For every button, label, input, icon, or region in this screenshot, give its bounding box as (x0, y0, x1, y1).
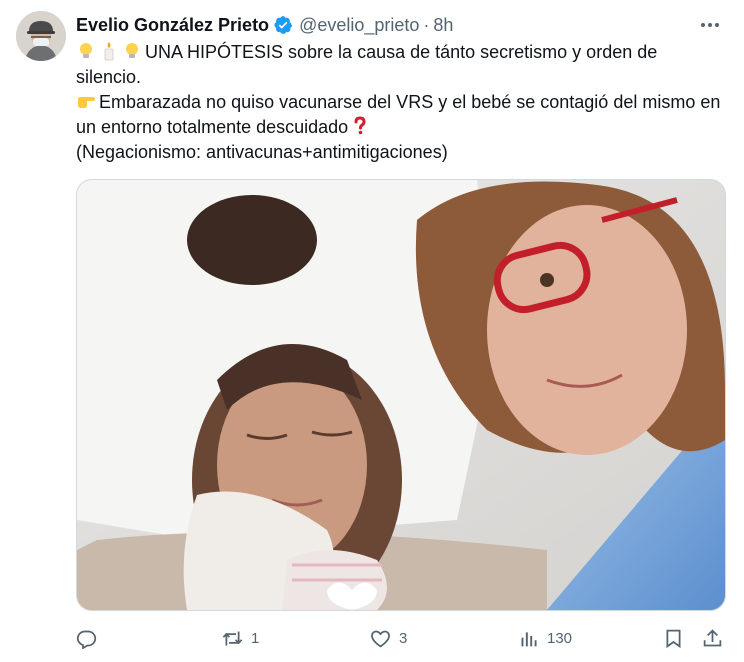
retweet-count: 1 (251, 629, 260, 647)
tweet-line-1-text: UNA HIPÓTESIS sobre la causa de tánto se… (76, 42, 658, 87)
share-button[interactable] (702, 623, 723, 653)
retweet-icon (222, 631, 243, 645)
lightbulb-icon (126, 43, 138, 58)
tweet-photo[interactable] (76, 179, 726, 611)
lightbulb-icon (80, 43, 92, 58)
views-count: 130 (547, 629, 573, 647)
views-button[interactable]: 130 (518, 623, 572, 653)
bookmark-button[interactable] (663, 623, 684, 653)
author-name[interactable]: Evelio González Prieto (76, 15, 269, 36)
reply-icon (76, 630, 97, 649)
more-icon (701, 23, 719, 27)
tweet-text: UNA HIPÓTESIS sobre la causa de tánto se… (76, 40, 726, 165)
tweet-timestamp[interactable]: 8h (433, 15, 453, 36)
tweet-line-2: Embarazada no quiso vacunarse del VRS y … (76, 90, 726, 140)
tweet-header: Evelio González Prieto @evelio_prieto · … (76, 12, 453, 38)
tweet-line-2-text: Embarazada no quiso vacunarse del VRS y … (76, 92, 721, 137)
views-icon (521, 631, 537, 646)
reply-button[interactable] (76, 623, 105, 653)
tweet-line-1: UNA HIPÓTESIS sobre la causa de tánto se… (76, 40, 726, 90)
header-separator: · (423, 14, 430, 35)
like-button[interactable]: 3 (370, 623, 407, 653)
photo-image (77, 180, 725, 610)
like-count: 3 (399, 629, 408, 647)
like-icon (371, 630, 390, 647)
pointing-right-icon (78, 97, 95, 108)
retweet-button[interactable]: 1 (222, 623, 259, 653)
tweet-line-3: (Negacionismo: antivacunas+antimitigacio… (76, 142, 448, 162)
tweet-actions: 1 3 130 (76, 623, 726, 653)
author-handle[interactable]: @evelio_prieto (299, 15, 419, 36)
share-icon (703, 628, 722, 646)
bookmark-icon (666, 629, 681, 648)
tweet[interactable]: Evelio González Prieto @evelio_prieto · … (0, 0, 744, 662)
avatar[interactable] (16, 11, 66, 61)
candle-icon (104, 42, 114, 61)
more-options-button[interactable] (696, 14, 724, 36)
red-question-mark-icon (354, 116, 366, 135)
avatar-image (16, 11, 66, 61)
verified-badge-icon (274, 16, 293, 34)
